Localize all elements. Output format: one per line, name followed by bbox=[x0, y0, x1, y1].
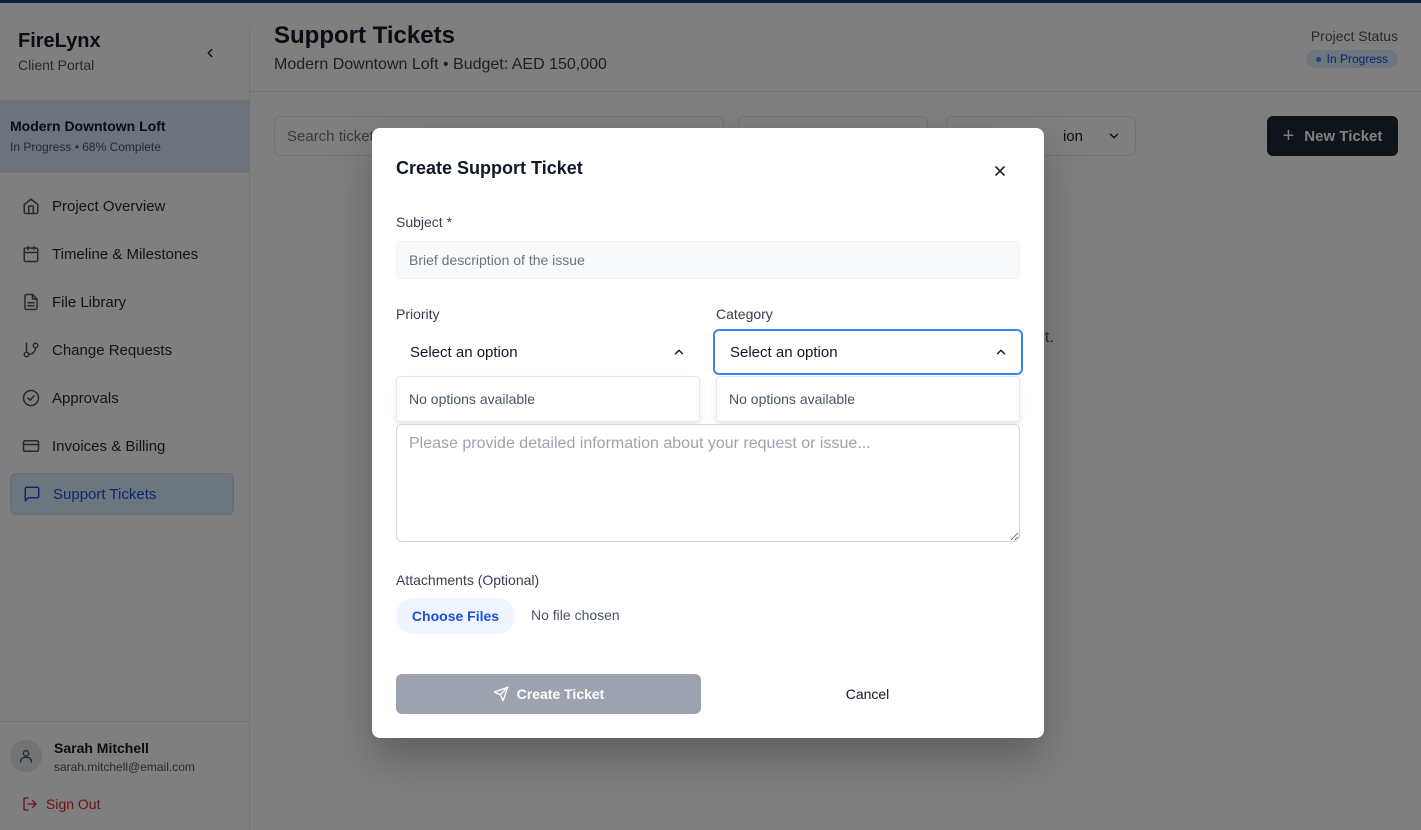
priority-label: Priority bbox=[396, 306, 440, 322]
attachments-label: Attachments (Optional) bbox=[396, 572, 540, 588]
send-icon bbox=[493, 686, 509, 702]
no-options-text: No options available bbox=[729, 391, 856, 407]
category-label: Category bbox=[716, 306, 773, 322]
description-textarea[interactable] bbox=[396, 424, 1020, 542]
close-icon bbox=[995, 166, 1005, 176]
no-file-text: No file chosen bbox=[531, 607, 620, 623]
priority-select[interactable]: Select an option bbox=[396, 329, 700, 375]
category-dropdown-menu: No options available bbox=[716, 376, 1020, 422]
create-ticket-button[interactable]: Create Ticket bbox=[396, 674, 701, 714]
choose-files-button[interactable]: Choose Files bbox=[396, 598, 515, 634]
create-ticket-modal: Create Support Ticket Subject * Priority… bbox=[372, 128, 1044, 738]
close-modal-button[interactable] bbox=[988, 159, 1012, 183]
no-options-text: No options available bbox=[409, 391, 536, 407]
subject-input[interactable] bbox=[396, 241, 1020, 279]
category-select-value: Select an option bbox=[730, 343, 838, 361]
chevron-up-icon bbox=[674, 349, 684, 355]
category-select[interactable]: Select an option bbox=[713, 329, 1023, 375]
chevron-up-icon bbox=[996, 349, 1006, 355]
create-ticket-label: Create Ticket bbox=[516, 686, 605, 702]
subject-label: Subject * bbox=[396, 214, 453, 230]
priority-dropdown-menu: No options available bbox=[396, 376, 700, 422]
modal-title: Create Support Ticket bbox=[396, 158, 583, 178]
priority-select-value: Select an option bbox=[410, 343, 518, 361]
cancel-button[interactable]: Cancel bbox=[715, 674, 1020, 714]
